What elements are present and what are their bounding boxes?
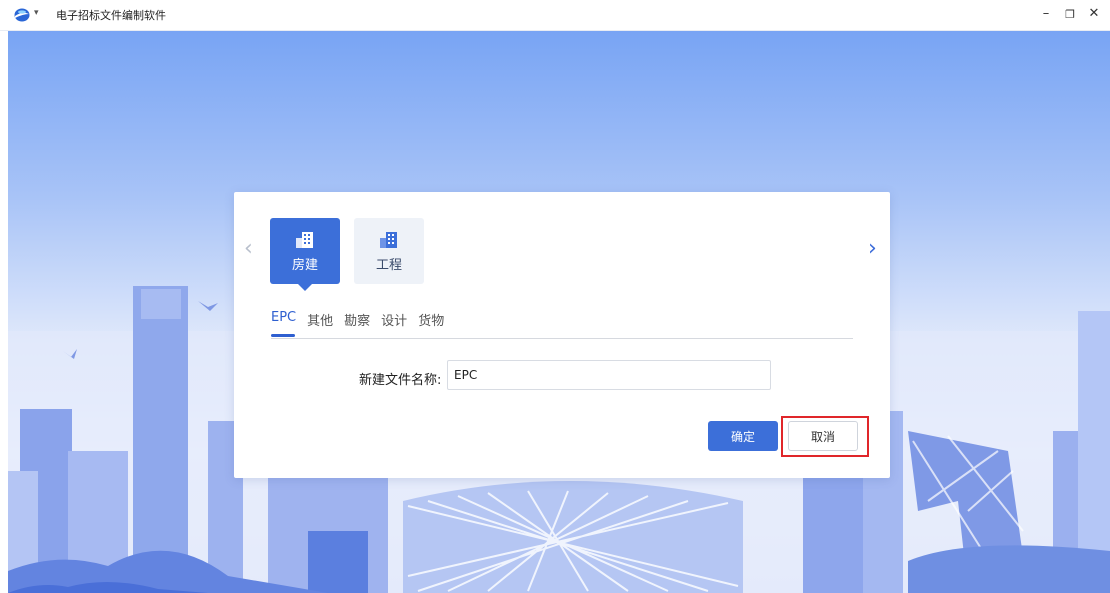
category-gongcheng[interactable]: 工程 — [354, 218, 424, 284]
tab-huowu[interactable]: 货物 — [418, 310, 444, 329]
cancel-highlight-box — [781, 416, 869, 457]
maximize-button[interactable]: ❐ — [1062, 8, 1078, 21]
tab-kancha[interactable]: 勘察 — [344, 310, 370, 329]
file-name-input[interactable] — [447, 360, 771, 390]
category-label: 房建 — [291, 257, 318, 273]
close-button[interactable]: ✕ — [1086, 6, 1102, 21]
next-category-arrow-icon[interactable]: › — [868, 236, 877, 261]
previous-category-arrow-icon[interactable]: ‹ — [244, 236, 253, 261]
app-logo-icon[interactable] — [14, 8, 30, 22]
active-tab-indicator — [271, 334, 295, 337]
tab-epc[interactable]: EPC — [271, 310, 296, 329]
tab-sheji[interactable]: 设计 — [381, 310, 407, 329]
building-icon — [380, 231, 397, 248]
file-name-label: 新建文件名称: — [359, 373, 442, 388]
new-file-dialog: ‹ › 房建 工程 EPC 其他 勘察 设计 货物 新建文件名称: 确定 取消 — [234, 192, 890, 478]
type-tabs: EPC 其他 勘察 设计 货物 — [271, 310, 455, 329]
window-title: 电子招标文件编制软件 — [56, 9, 166, 22]
tab-divider — [271, 338, 853, 339]
app-menu-caret-icon[interactable]: ▾ — [34, 8, 39, 18]
active-category-pointer — [298, 284, 312, 291]
tab-qita[interactable]: 其他 — [307, 310, 333, 329]
title-bar: ▾ 电子招标文件编制软件 – ❐ ✕ — [0, 0, 1110, 31]
category-label: 工程 — [375, 257, 402, 273]
building-icon — [296, 231, 313, 248]
confirm-button[interactable]: 确定 — [708, 421, 778, 451]
category-fangjian[interactable]: 房建 — [270, 218, 340, 284]
minimize-button[interactable]: – — [1038, 6, 1054, 21]
